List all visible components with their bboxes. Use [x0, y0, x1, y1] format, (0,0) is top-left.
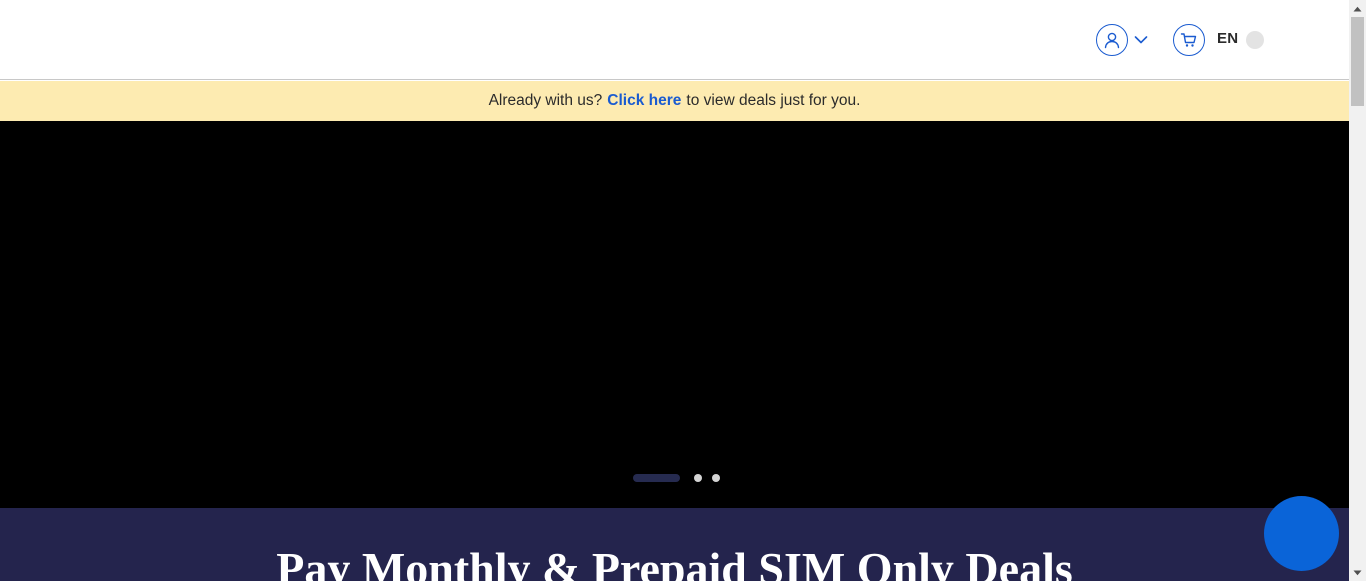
user-icon [1104, 32, 1120, 49]
hero-carousel [0, 121, 1349, 508]
carousel-dot-3[interactable] [712, 474, 720, 482]
notice-prefix: Already with us? [488, 92, 603, 109]
language-flag[interactable] [1246, 31, 1264, 49]
existing-customer-banner: Already with us? Click here to view deal… [0, 81, 1349, 121]
scroll-up-button[interactable] [1349, 0, 1366, 17]
cart-button[interactable] [1173, 24, 1205, 56]
scroll-down-button[interactable] [1349, 564, 1366, 581]
click-here-link[interactable]: Click here [607, 92, 681, 110]
account-button[interactable] [1096, 24, 1128, 56]
sim-deals-section: Pay Monthly & Prepaid SIM Only Deals [0, 508, 1349, 581]
page: EN Already with us? Click here to view d… [0, 0, 1349, 581]
carousel-dot-2[interactable] [694, 474, 702, 482]
cart-icon [1180, 33, 1197, 47]
scroll-up-arrow-icon [1353, 6, 1362, 11]
scrollbar-thumb[interactable] [1351, 17, 1364, 106]
language-selector[interactable]: EN [1217, 30, 1238, 47]
carousel-indicators [633, 474, 720, 482]
site-header: EN [0, 0, 1349, 80]
notice-suffix: to view deals just for you. [686, 92, 861, 109]
chat-button[interactable] [1264, 496, 1339, 571]
chevron-down-icon [1134, 36, 1148, 44]
section-title: Pay Monthly & Prepaid SIM Only Deals [276, 543, 1073, 581]
account-dropdown-toggle[interactable] [1133, 32, 1149, 48]
vertical-scrollbar[interactable] [1349, 0, 1366, 581]
scroll-down-arrow-icon [1353, 570, 1362, 575]
carousel-dot-1[interactable] [633, 474, 680, 482]
